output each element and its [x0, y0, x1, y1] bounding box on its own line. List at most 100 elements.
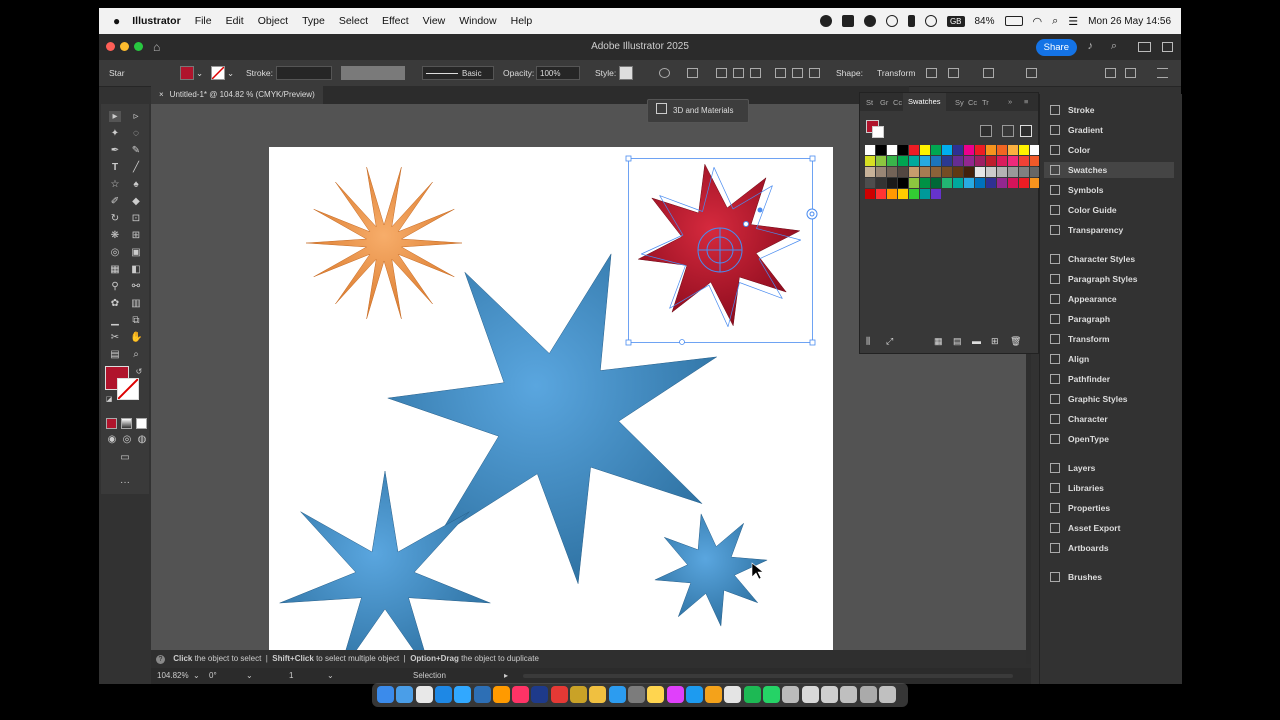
dock-app-launchpad-icon[interactable]	[396, 686, 414, 703]
artboard-chevron-icon[interactable]: ⌄	[327, 668, 334, 684]
dock-app-illustrator-icon[interactable]	[492, 686, 510, 703]
center-point-crosshair[interactable]	[697, 227, 743, 273]
menu-object[interactable]: Object	[258, 15, 288, 27]
swatch-cell[interactable]	[920, 178, 930, 188]
menu-help[interactable]: Help	[511, 15, 533, 27]
swatch-cell[interactable]	[997, 178, 1007, 188]
swatch-cell[interactable]	[887, 145, 897, 155]
menu-edit[interactable]: Edit	[226, 15, 244, 27]
dock-app-bridge-icon[interactable]	[570, 686, 587, 703]
type-tool-icon[interactable]: T	[109, 162, 121, 173]
tab-color-guide[interactable]: Cc	[968, 98, 977, 107]
swatch-cell[interactable]	[876, 145, 886, 155]
dock-panel-opentype[interactable]: OpenType	[1050, 431, 1109, 447]
align-to-icon[interactable]	[687, 68, 698, 78]
transform-link[interactable]: Transform	[877, 68, 915, 78]
dock-panel-libraries[interactable]: Libraries	[1050, 480, 1104, 496]
perspective-grid-tool-icon[interactable]: ▦	[109, 264, 121, 275]
new-color-group-icon[interactable]: ▬	[972, 336, 981, 346]
menu-view[interactable]: View	[423, 15, 446, 27]
swatch-cell[interactable]	[1008, 156, 1018, 166]
graph-tool-icon[interactable]: ▁	[109, 315, 121, 326]
swatch-cell[interactable]	[942, 145, 952, 155]
swatch-cell[interactable]	[887, 156, 897, 166]
swatch-cell[interactable]	[942, 167, 952, 177]
variable-width-profile[interactable]	[341, 66, 405, 80]
share-button[interactable]: Share	[1035, 39, 1077, 56]
stroke-weight-field[interactable]	[276, 66, 332, 80]
keyboard-layout-badge[interactable]: GB	[946, 15, 965, 27]
dock-panel-character[interactable]: Character	[1050, 411, 1108, 427]
tab-symbols[interactable]: Sy	[955, 98, 964, 107]
shape-builder-tool-icon[interactable]: ◎	[109, 247, 121, 258]
swatch-libraries-icon[interactable]: ⫼	[866, 336, 870, 347]
dock-app-preview-icon[interactable]	[782, 686, 800, 703]
swatch-cell[interactable]	[920, 156, 930, 166]
warp-tool-icon[interactable]: ❋	[109, 230, 121, 241]
rotate-widget-icon[interactable]	[806, 208, 818, 220]
swatch-cell[interactable]	[920, 189, 930, 199]
dock-app-indesign-icon[interactable]	[512, 686, 530, 703]
swatch-cell[interactable]	[909, 156, 919, 166]
none-mode-button[interactable]	[136, 418, 147, 429]
dock-app-trash-icon[interactable]	[878, 686, 896, 703]
align-center-icon[interactable]	[733, 68, 744, 78]
swatch-cell[interactable]	[1019, 178, 1029, 188]
edit-toolbar-icon[interactable]: ···	[119, 477, 131, 488]
swatch-cell[interactable]	[920, 145, 930, 155]
swatch-cell[interactable]	[931, 156, 941, 166]
document-tab[interactable]: × Untitled-1* @ 104.82 % (CMYK/Preview)	[151, 86, 323, 104]
swatch-cell[interactable]	[964, 145, 974, 155]
rotation-chevron-icon[interactable]: ⌄	[246, 668, 253, 684]
close-document-icon[interactable]: ×	[159, 90, 164, 99]
swatch-stroke-indicator[interactable]	[872, 126, 884, 138]
tab-transparency[interactable]: Tr	[982, 98, 989, 107]
fill-color-swatch[interactable]	[180, 66, 194, 80]
swatch-cell[interactable]	[953, 178, 963, 188]
dock-app-zoom-icon[interactable]	[685, 686, 703, 703]
swatch-cell[interactable]	[964, 156, 974, 166]
shaper-tool-icon[interactable]: ✐	[109, 196, 121, 207]
line-segment-tool-icon[interactable]: ╱	[130, 162, 142, 173]
play-icon[interactable]	[924, 15, 937, 27]
dock-panel-graphic-styles[interactable]: Graphic Styles	[1050, 391, 1128, 407]
dock-panel-align[interactable]: Align	[1050, 351, 1089, 367]
search-help-icon[interactable]: ⌕	[1111, 40, 1117, 53]
dock-panel-color[interactable]: Color	[1050, 142, 1090, 158]
recolor-artwork-icon[interactable]	[659, 68, 670, 78]
swatch-cell[interactable]	[942, 178, 952, 188]
apple-menu-icon[interactable]: ●	[113, 14, 120, 28]
swatch-cell[interactable]	[997, 145, 1007, 155]
swatch-cell[interactable]	[1019, 145, 1029, 155]
tab-stroke[interactable]: St	[866, 98, 873, 107]
dock-app-premiere-icon[interactable]	[531, 686, 549, 703]
menu-type[interactable]: Type	[302, 15, 325, 27]
swatch-cell[interactable]	[997, 156, 1007, 166]
lasso-tool-icon[interactable]: ◌	[130, 128, 142, 139]
dock-app-finder-icon[interactable]	[377, 686, 394, 703]
curvature-tool-icon[interactable]: ✎	[130, 145, 142, 156]
align-middle-icon[interactable]	[792, 68, 803, 78]
swatch-cell[interactable]	[876, 156, 886, 166]
eyedropper-tool-icon[interactable]: ⚲	[109, 281, 121, 292]
dock-app-music-icon[interactable]	[666, 686, 684, 703]
dock-app-notes-icon[interactable]	[589, 686, 607, 703]
graphic-style-swatch[interactable]	[619, 66, 633, 80]
dock-panel-properties[interactable]: Properties	[1050, 500, 1110, 516]
dock-panel-transparency[interactable]: Transparency	[1050, 222, 1123, 238]
stroke-color-indicator[interactable]	[117, 378, 139, 400]
dock-panel-layers[interactable]: Layers	[1050, 460, 1095, 476]
record-icon[interactable]	[819, 15, 832, 27]
swatch-cell[interactable]	[942, 156, 952, 166]
star-tool-icon[interactable]: ☆	[109, 179, 121, 190]
wifi-icon[interactable]: ◠	[1033, 15, 1043, 28]
dock-app-chrome-icon[interactable]	[434, 686, 452, 703]
swatch-cell[interactable]	[920, 167, 930, 177]
menu-effect[interactable]: Effect	[382, 15, 409, 27]
menu-window[interactable]: Window	[459, 15, 496, 27]
swatch-cell[interactable]	[964, 178, 974, 188]
swatch-cell[interactable]	[898, 167, 908, 177]
dock-panel-artboards[interactable]: Artboards	[1050, 540, 1109, 556]
swatch-cell[interactable]	[975, 178, 985, 188]
dock-app-reminders-icon[interactable]	[724, 686, 742, 703]
